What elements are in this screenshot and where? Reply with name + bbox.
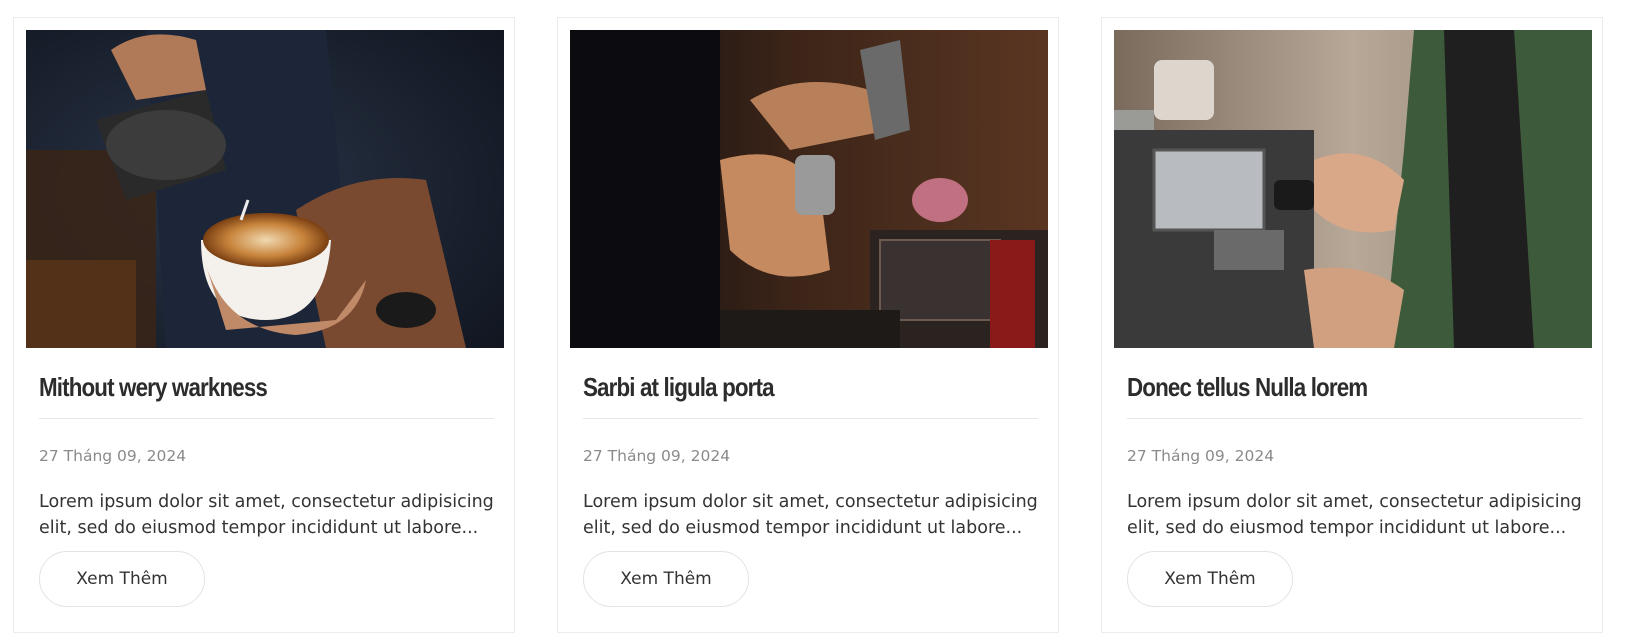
read-more-button[interactable]: Xem Thêm xyxy=(583,551,749,607)
post-title[interactable]: Donec tellus Nulla lorem xyxy=(1127,372,1368,403)
post-date: 27 Tháng 09, 2024 xyxy=(583,447,731,465)
divider xyxy=(583,418,1038,419)
post-title[interactable]: Sarbi at ligula porta xyxy=(583,372,775,403)
post-thumbnail-barista[interactable] xyxy=(1114,30,1592,348)
post-date: 27 Tháng 09, 2024 xyxy=(1127,447,1275,465)
post-date: 27 Tháng 09, 2024 xyxy=(39,447,187,465)
barista-photo xyxy=(1114,30,1592,348)
divider xyxy=(39,418,494,419)
post-excerpt: Lorem ipsum dolor sit amet, consectetur … xyxy=(1127,492,1582,538)
post-thumbnail-espresso-tamping[interactable] xyxy=(570,30,1048,348)
post-title[interactable]: Mithout wery warkness xyxy=(39,372,268,403)
espresso-machine-photo xyxy=(570,30,1048,348)
read-more-button[interactable]: Xem Thêm xyxy=(39,551,205,607)
post-thumbnail-latte-art[interactable] xyxy=(26,30,504,348)
divider xyxy=(1127,418,1582,419)
read-more-button[interactable]: Xem Thêm xyxy=(1127,551,1293,607)
blog-post-card: Sarbi at ligula porta 27 Tháng 09, 2024 … xyxy=(557,17,1059,633)
post-excerpt: Lorem ipsum dolor sit amet, consectetur … xyxy=(39,492,494,538)
post-excerpt: Lorem ipsum dolor sit amet, consectetur … xyxy=(583,492,1038,538)
latte-art-photo xyxy=(26,30,504,348)
blog-post-card: Mithout wery warkness 27 Tháng 09, 2024 … xyxy=(13,17,515,633)
blog-post-grid: Mithout wery warkness 27 Tháng 09, 2024 … xyxy=(0,0,1634,641)
blog-post-card: Donec tellus Nulla lorem 27 Tháng 09, 20… xyxy=(1101,17,1603,633)
